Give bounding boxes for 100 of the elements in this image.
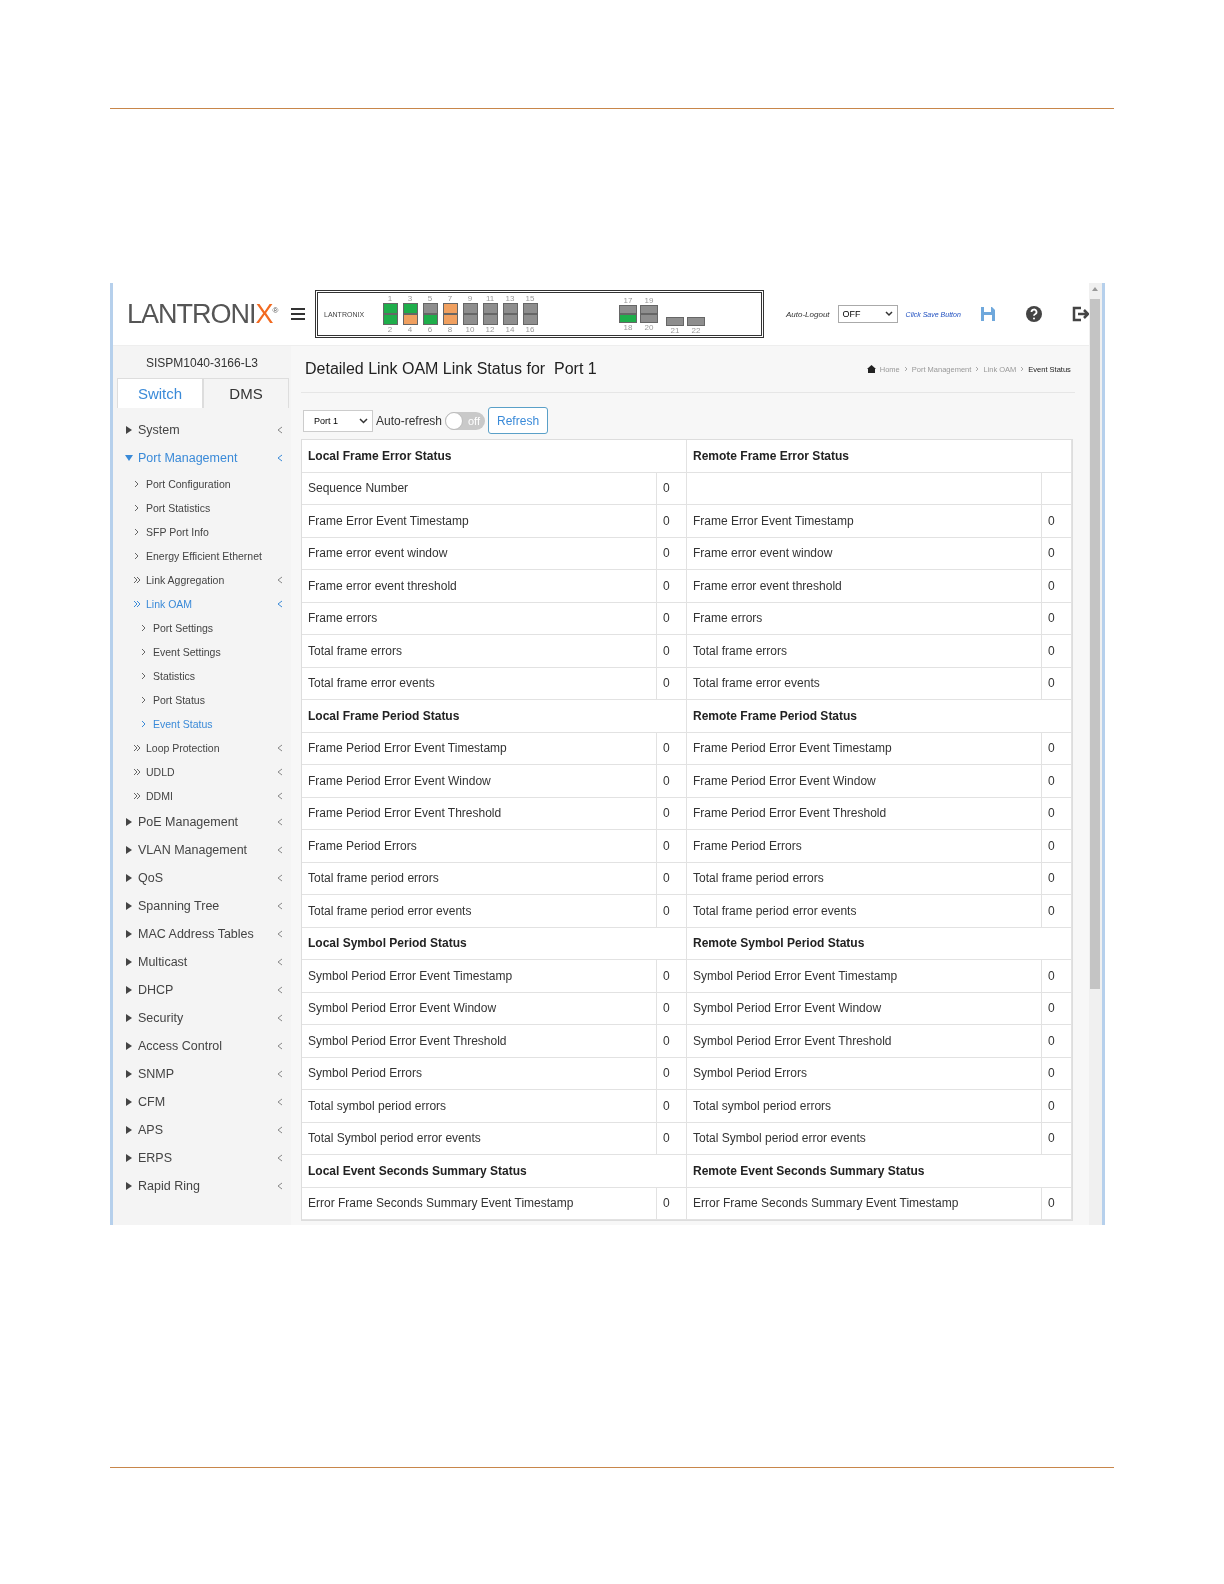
port[interactable] bbox=[382, 303, 398, 314]
table-cell: 0 bbox=[657, 472, 687, 504]
table-cell: 0 bbox=[1042, 602, 1072, 634]
port[interactable] bbox=[462, 314, 478, 325]
port-number: 5 bbox=[427, 294, 433, 303]
port[interactable] bbox=[522, 303, 538, 314]
chevron-icon bbox=[140, 648, 148, 656]
sidebar-item[interactable]: QoS bbox=[113, 864, 291, 892]
sidebar-item[interactable]: SNMP bbox=[113, 1060, 291, 1088]
caret-right-icon bbox=[125, 1126, 133, 1134]
port[interactable] bbox=[422, 314, 438, 325]
sidebar-item[interactable]: UDLD bbox=[113, 760, 291, 784]
table-cell: Frame error event window bbox=[302, 537, 657, 569]
chevron-icon bbox=[133, 552, 141, 560]
chevron-left-icon bbox=[277, 1042, 283, 1050]
port[interactable] bbox=[619, 314, 638, 323]
port[interactable] bbox=[382, 314, 398, 325]
sidebar-item[interactable]: Statistics bbox=[113, 664, 291, 688]
port[interactable] bbox=[502, 303, 518, 314]
sidebar-item[interactable]: SFP Port Info bbox=[113, 520, 291, 544]
port[interactable] bbox=[640, 305, 659, 314]
help-icon[interactable] bbox=[1024, 305, 1043, 323]
scrollbar[interactable] bbox=[1088, 283, 1102, 1225]
port[interactable] bbox=[422, 303, 438, 314]
scrollbar-thumb[interactable] bbox=[1090, 299, 1101, 989]
table-header-cell: Local Frame Error Status bbox=[302, 440, 687, 472]
sidebar-item[interactable]: APS bbox=[113, 1116, 291, 1144]
sidebar-item[interactable]: Spanning Tree bbox=[113, 892, 291, 920]
table-cell: 0 bbox=[1042, 1057, 1072, 1089]
table-cell: Frame Period Errors bbox=[687, 830, 1042, 862]
caret-down-icon bbox=[884, 311, 893, 317]
table-cell: 0 bbox=[657, 1057, 687, 1089]
sidebar-item[interactable]: Link Aggregation bbox=[113, 568, 291, 592]
breadcrumb-separator-icon bbox=[903, 366, 908, 372]
sidebar-item[interactable]: PoE Management bbox=[113, 808, 291, 836]
menu-icon[interactable] bbox=[291, 308, 305, 320]
sidebar-item[interactable]: Energy Efficient Ethernet bbox=[113, 544, 291, 568]
sidebar-item[interactable]: System bbox=[113, 416, 291, 444]
port-number: 9 bbox=[467, 294, 473, 303]
sidebar-item[interactable]: Port Statistics bbox=[113, 496, 291, 520]
port[interactable] bbox=[640, 314, 659, 323]
chevron-left-icon bbox=[277, 958, 283, 966]
chevron-icon bbox=[140, 720, 148, 728]
table-cell: Total frame period errors bbox=[687, 862, 1042, 894]
sidebar-item[interactable]: Security bbox=[113, 1004, 291, 1032]
table-cell: Frame Period Error Event Threshold bbox=[687, 797, 1042, 829]
sidebar-item[interactable]: Rapid Ring bbox=[113, 1172, 291, 1200]
table-cell: 0 bbox=[657, 830, 687, 862]
caret-right-icon bbox=[125, 1182, 133, 1190]
port[interactable] bbox=[522, 314, 538, 325]
sidebar-item[interactable]: ERPS bbox=[113, 1144, 291, 1172]
sidebar-item[interactable]: DDMI bbox=[113, 784, 291, 808]
caret-right-icon bbox=[125, 1098, 133, 1106]
table-cell: 0 bbox=[657, 602, 687, 634]
refresh-button[interactable]: Refresh bbox=[488, 407, 549, 434]
caret-right-icon bbox=[125, 1042, 133, 1050]
port[interactable] bbox=[442, 303, 458, 314]
table-cell: Total frame period error events bbox=[302, 895, 657, 927]
chevron-left-icon bbox=[277, 454, 283, 462]
logout-icon[interactable] bbox=[1070, 305, 1089, 323]
sidebar-item[interactable]: VLAN Management bbox=[113, 836, 291, 864]
table-cell: Error Frame Seconds Summary Event Timestamp bbox=[302, 1187, 657, 1219]
table-cell: 0 bbox=[657, 1025, 687, 1057]
sidebar-item[interactable]: Port Configuration bbox=[113, 472, 291, 496]
port[interactable] bbox=[462, 303, 478, 314]
port[interactable] bbox=[687, 317, 706, 326]
port[interactable] bbox=[402, 303, 418, 314]
chevron-left-icon bbox=[277, 874, 283, 882]
sidebar-item[interactable]: DHCP bbox=[113, 976, 291, 1004]
chevron-left-icon bbox=[277, 1154, 283, 1162]
sidebar-tab[interactable]: Switch bbox=[117, 378, 203, 408]
port[interactable] bbox=[502, 314, 518, 325]
sidebar-item[interactable]: Port Status bbox=[113, 688, 291, 712]
port-number: 6 bbox=[427, 325, 433, 334]
chevron-icon bbox=[133, 504, 141, 512]
port[interactable] bbox=[482, 314, 498, 325]
chevron-icon bbox=[140, 696, 148, 704]
port[interactable] bbox=[482, 303, 498, 314]
table-header-cell: Local Frame Period Status bbox=[302, 700, 687, 732]
port[interactable] bbox=[619, 305, 638, 314]
lantronix-logo: LANTRONIX$^{®}$ bbox=[126, 298, 279, 330]
sidebar-item[interactable]: MAC Address Tables bbox=[113, 920, 291, 948]
sidebar-item[interactable]: Event Settings bbox=[113, 640, 291, 664]
chevron-icon bbox=[140, 672, 148, 680]
table-cell: Symbol Period Error Event Timestamp bbox=[687, 960, 1042, 992]
table-cell: 0 bbox=[657, 992, 687, 1024]
sidebar-tab[interactable]: DMS bbox=[203, 378, 289, 408]
port[interactable] bbox=[666, 317, 685, 326]
sidebar-item[interactable]: Access Control bbox=[113, 1032, 291, 1060]
sidebar-item[interactable]: Multicast bbox=[113, 948, 291, 976]
port[interactable] bbox=[442, 314, 458, 325]
sidebar-item[interactable]: Event Status bbox=[113, 712, 291, 736]
table-cell: Symbol Period Error Event Threshold bbox=[687, 1025, 1042, 1057]
auto-logout-select[interactable]: OFF bbox=[837, 305, 898, 323]
sidebar-item[interactable]: CFM bbox=[113, 1088, 291, 1116]
table-header-cell: Remote Event Seconds Summary Status bbox=[687, 1155, 1072, 1187]
sidebar-item[interactable]: Port Settings bbox=[113, 616, 291, 640]
sidebar-item[interactable]: Loop Protection bbox=[113, 736, 291, 760]
port-select[interactable]: Port 1 bbox=[303, 409, 373, 432]
port[interactable] bbox=[402, 314, 418, 325]
